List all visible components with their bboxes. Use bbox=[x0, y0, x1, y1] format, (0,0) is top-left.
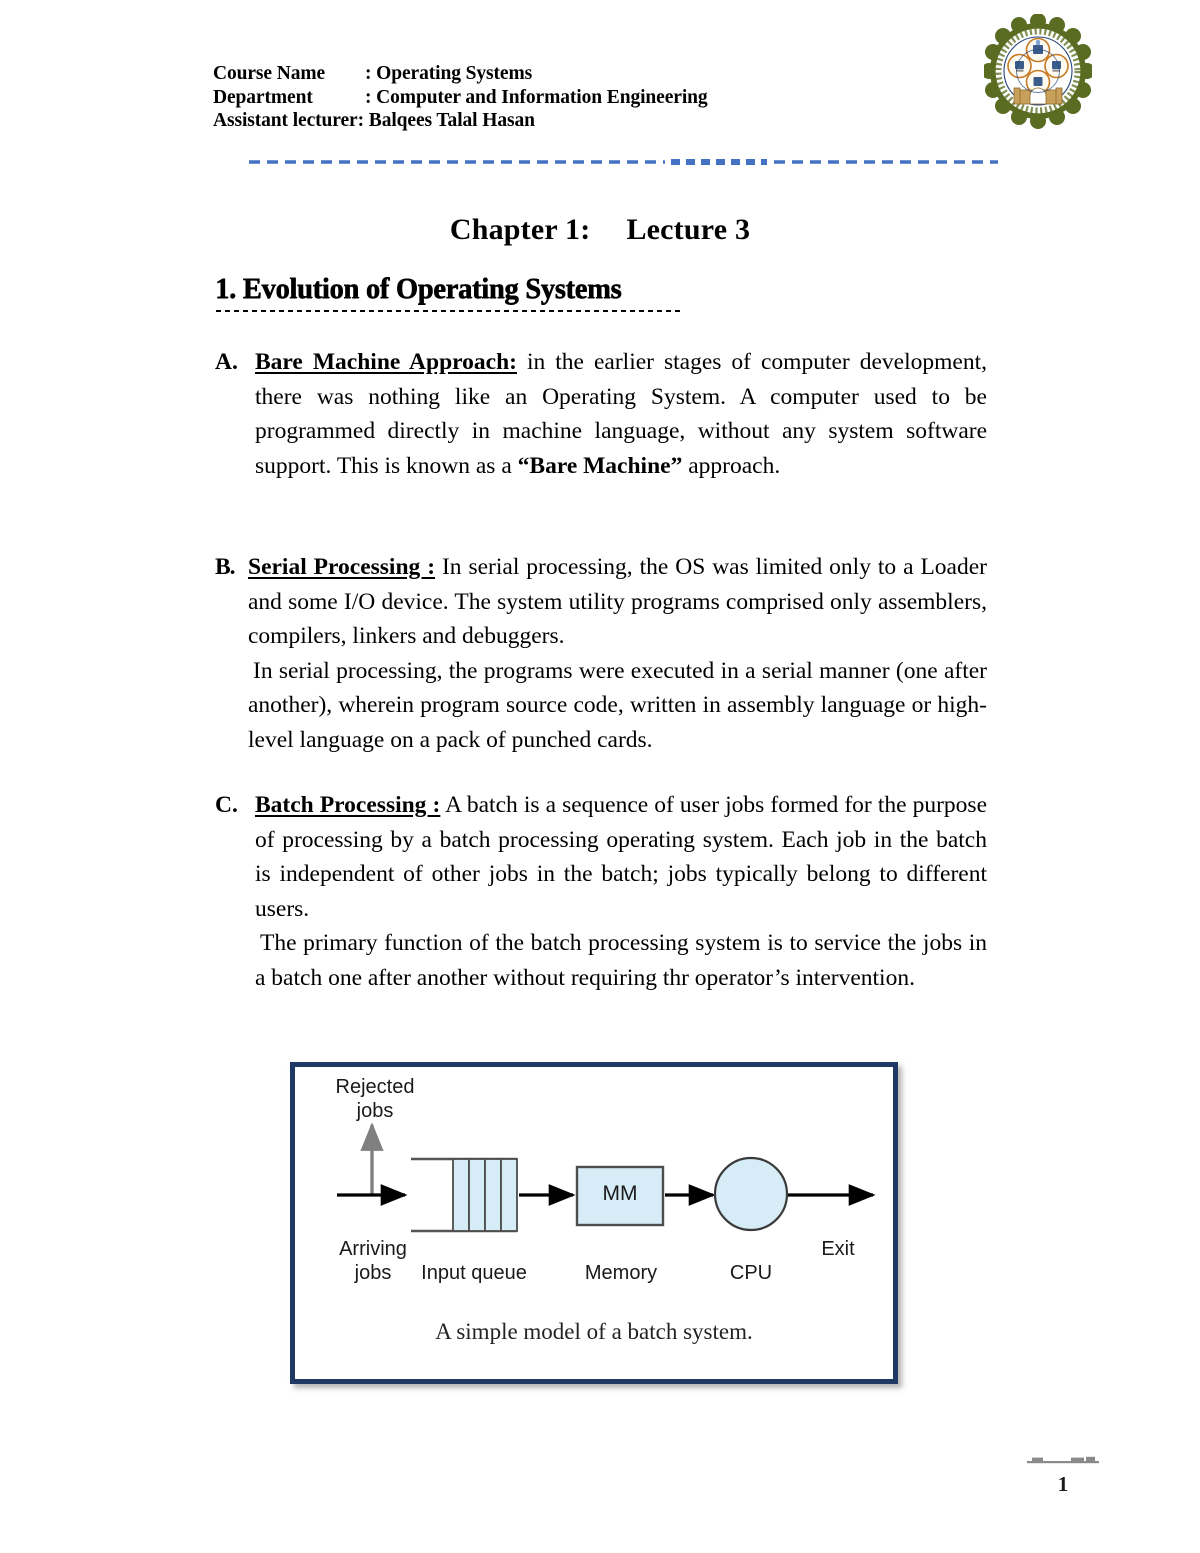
chapter-label: Chapter 1: bbox=[449, 213, 591, 246]
header-divider bbox=[247, 152, 999, 165]
section-a-item: A. Bare Machine Approach: in the earlier … bbox=[215, 345, 987, 483]
section-a-lead: Bare Machine Approach: bbox=[255, 349, 517, 375]
header-row-department: Department: Computer and Information Eng… bbox=[213, 86, 973, 110]
header-value-lecturer: Balqees Talal Hasan bbox=[368, 110, 535, 131]
course-header: Course Name: Operating Systems Departmen… bbox=[213, 62, 973, 133]
header-sep-department: : bbox=[365, 86, 377, 108]
figure-label-cpu: CPU bbox=[729, 1262, 773, 1284]
header-label-lecturer: Assistant lecturer bbox=[213, 110, 358, 131]
section-a-emphasis: “Bare Machine” bbox=[517, 452, 683, 479]
page-title: Chapter 1: Lecture 3 bbox=[0, 213, 1200, 247]
header-sep-course: : bbox=[365, 63, 377, 84]
header-value-department: Computer and Information Engineering bbox=[376, 86, 708, 108]
section-b: B. Serial Processing : In serial processi… bbox=[215, 550, 987, 758]
document-page: Course Name: Operating Systems Departmen… bbox=[0, 0, 1200, 1553]
figure-caption: A simple model of a batch system. bbox=[435, 1319, 753, 1344]
footer-ornament-icon bbox=[1027, 1452, 1099, 1464]
section-a-marker: A. bbox=[215, 349, 238, 375]
figure-label-exit: Exit bbox=[821, 1238, 855, 1260]
section-b-marker: B. bbox=[215, 554, 236, 580]
figure-label-rejected-jobs: Rejected jobs bbox=[335, 1076, 415, 1122]
header-label-department: Department bbox=[213, 86, 313, 108]
section-c-extra: The primary function of the batch proces… bbox=[255, 930, 987, 991]
header-value-course: Operating Systems bbox=[376, 63, 533, 84]
figure-label-input-queue: Input queue bbox=[421, 1262, 527, 1284]
section-heading: 1. Evolution of Operating Systems bbox=[215, 272, 622, 305]
cpu-circle bbox=[713, 1156, 789, 1232]
section-b-lead: Serial Processing : bbox=[248, 554, 436, 580]
section-a: A. Bare Machine Approach: in the earlier … bbox=[215, 345, 987, 483]
university-logo-icon bbox=[981, 13, 1095, 129]
lecture-label: Lecture 3 bbox=[626, 213, 751, 246]
section-heading-underline bbox=[216, 308, 680, 312]
header-label-course: Course Name bbox=[213, 63, 326, 84]
section-a-tail: approach. bbox=[682, 452, 781, 479]
figure-label-memory: Memory bbox=[584, 1262, 658, 1284]
section-b-extra: In serial processing, the programs were … bbox=[248, 657, 987, 753]
header-row-lecturer: Assistant lecturer: Balqees Talal Hasan bbox=[213, 109, 973, 133]
header-row-course: Course Name: Operating Systems bbox=[213, 62, 973, 86]
figure-label-mm: MM bbox=[602, 1182, 638, 1205]
section-c-marker: C. bbox=[215, 792, 238, 818]
section-c-item: C. Batch Processing : A batch is a sequen… bbox=[215, 788, 987, 996]
batch-system-figure: Rejected jobs Arriving jobs Input queue … bbox=[290, 1062, 898, 1384]
page-number: 1 bbox=[1057, 1472, 1069, 1496]
section-b-item: B. Serial Processing : In serial processi… bbox=[215, 550, 987, 758]
figure-inner: Rejected jobs Arriving jobs Input queue … bbox=[295, 1067, 893, 1379]
section-c-lead: Batch Processing : bbox=[255, 792, 441, 818]
header-sep-lecturer: : bbox=[357, 110, 369, 131]
input-queue-cells bbox=[452, 1158, 518, 1232]
section-c: C. Batch Processing : A batch is a sequen… bbox=[215, 788, 987, 996]
